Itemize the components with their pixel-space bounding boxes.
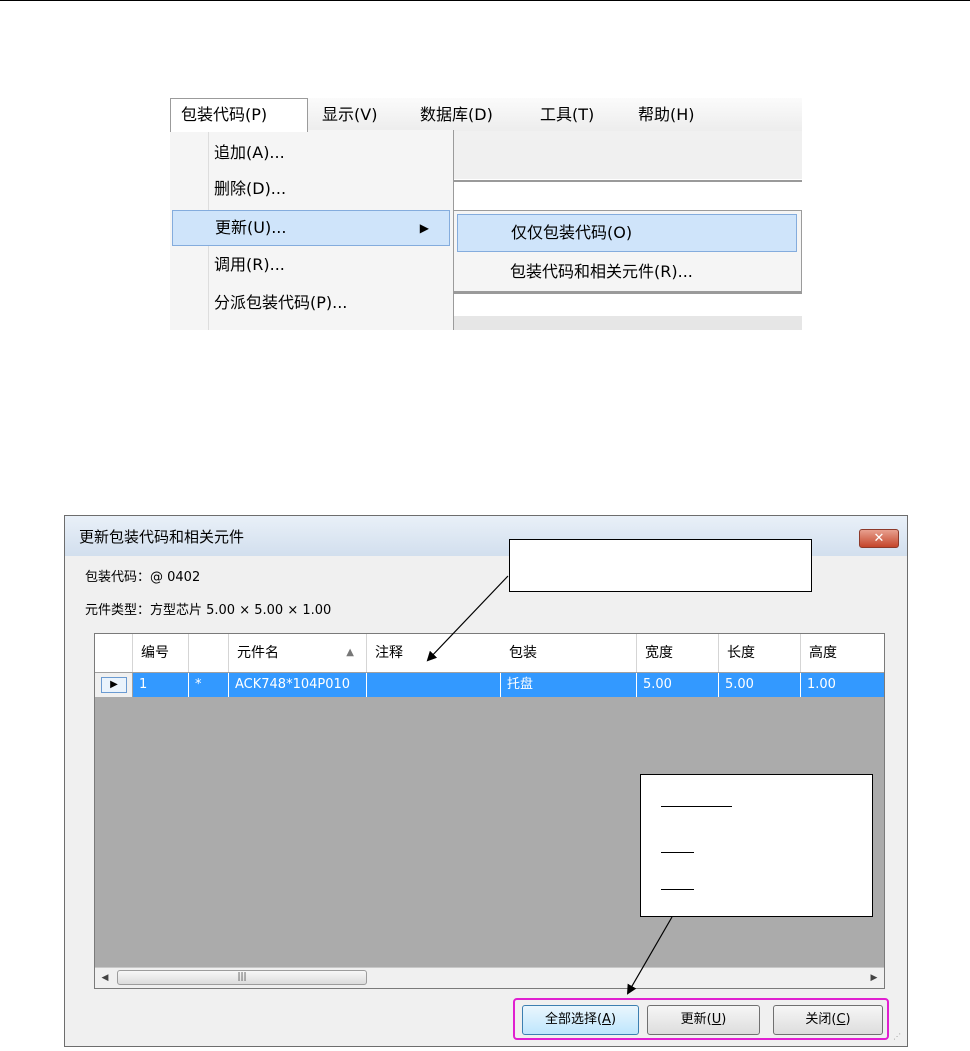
close-icon[interactable]: ✕ [859, 529, 899, 548]
menu-item-update[interactable]: 更新(U)... ▶ [172, 210, 450, 246]
app-divider [453, 180, 802, 182]
column-header-component-name-label: 元件名 [237, 645, 279, 661]
close-label: 关闭( [805, 1012, 837, 1027]
update-label: 更新( [680, 1012, 712, 1027]
cell-comment[interactable] [367, 673, 501, 697]
update-submenu: 仅仅包装代码(O) 包装代码和相关元件(R)... [454, 210, 802, 292]
update-accelerator: U [711, 1012, 722, 1027]
cell-width[interactable]: 5.00 [637, 673, 719, 697]
app-toolbar-strip [453, 131, 802, 179]
callout-box-comment [509, 539, 812, 592]
row-header[interactable]: ▶ [95, 673, 133, 697]
menu-help[interactable]: 帮助(H) [628, 98, 705, 131]
column-header-length[interactable]: 长度 [719, 634, 801, 672]
menu-database[interactable]: 数据库(D) [410, 98, 503, 131]
close-accelerator: C [836, 1012, 846, 1027]
column-header-comment[interactable]: 注释 [367, 634, 501, 672]
scroll-right-icon[interactable]: ▶ [864, 968, 884, 988]
submenu-item-package-code-only[interactable]: 仅仅包装代码(O) [457, 214, 797, 252]
cell-package[interactable]: 托盘 [501, 673, 637, 697]
menu-screenshot: 包装代码(P) 显示(V) 数据库(D) 工具(T) 帮助(H) 追加(A)..… [170, 98, 802, 330]
select-all-accelerator: A [602, 1012, 611, 1027]
cell-component-name[interactable]: ACK748*104P010 [229, 673, 367, 697]
column-header-height[interactable]: 高度 [801, 634, 884, 672]
submenu-arrow-icon: ▶ [419, 221, 429, 235]
menu-package-code[interactable]: 包装代码(P) [170, 98, 308, 132]
callout-underline [661, 852, 694, 853]
resize-grip-icon[interactable]: ⋰ [893, 1032, 903, 1042]
table-row[interactable]: 1 * ACK748*104P010 托盘 5.00 5.00 1.00 [133, 673, 884, 697]
menu-item-delete[interactable]: 删除(D)... [172, 171, 450, 207]
grid-header-corner [95, 634, 133, 672]
column-header-width[interactable]: 宽度 [637, 634, 719, 672]
package-code-dropdown: 追加(A)... 删除(D)... 更新(U)... ▶ 调用(R)... 分派… [170, 130, 454, 330]
component-type-label: 元件类型：方型芯片 5.00 × 5.00 × 1.00 [85, 603, 332, 618]
grid-header: 编号 元件名 ▲ 注释 包装 宽度 长度 高度 [95, 634, 884, 673]
menu-view[interactable]: 显示(V) [312, 98, 387, 131]
menu-item-assign-package-code[interactable]: 分派包装代码(P)... [172, 285, 450, 321]
cell-mark[interactable]: * [189, 673, 229, 697]
cell-height[interactable]: 1.00 [801, 673, 884, 697]
dialog-title: 更新包装代码和相关元件 [79, 528, 245, 546]
close-button[interactable]: 关闭(C) [773, 1005, 883, 1035]
callout-underline [661, 806, 732, 807]
scroll-thumb[interactable]: ||| [117, 970, 367, 985]
column-header-component-name[interactable]: 元件名 ▲ [229, 634, 367, 672]
menu-item-update-label: 更新(U)... [215, 218, 287, 237]
package-code-label: 包装代码：@ 0402 [85, 570, 201, 585]
submenu-item-package-code-and-components[interactable]: 包装代码和相关元件(R)... [457, 253, 797, 291]
page-top-rule [0, 0, 970, 1]
app-divider [453, 292, 802, 294]
close-label-end: ) [845, 1012, 851, 1027]
menu-item-add[interactable]: 追加(A)... [172, 135, 450, 171]
column-header-package[interactable]: 包装 [501, 634, 637, 672]
column-header-mark[interactable] [189, 634, 229, 672]
callout-box-buttons [640, 774, 873, 917]
update-button[interactable]: 更新(U) [647, 1005, 760, 1035]
horizontal-scrollbar[interactable]: ◀ ||| ▶ [95, 967, 884, 988]
menu-tools[interactable]: 工具(T) [530, 98, 604, 131]
select-all-button[interactable]: 全部选择(A) [522, 1005, 639, 1035]
menubar: 包装代码(P) 显示(V) 数据库(D) 工具(T) 帮助(H) [170, 98, 802, 132]
callout-underline [661, 889, 694, 890]
scroll-left-icon[interactable]: ◀ [95, 968, 115, 988]
select-all-label: 全部选择( [544, 1012, 603, 1027]
select-all-label-end: ) [610, 1012, 617, 1027]
sort-ascending-icon: ▲ [346, 647, 354, 658]
app-strip-bottom [453, 316, 802, 330]
menu-item-load[interactable]: 调用(R)... [172, 247, 450, 283]
cell-length[interactable]: 5.00 [719, 673, 801, 697]
row-pointer-icon: ▶ [101, 677, 127, 693]
cell-number[interactable]: 1 [133, 673, 189, 697]
column-header-number[interactable]: 编号 [133, 634, 189, 672]
update-label-end: ) [721, 1012, 727, 1027]
